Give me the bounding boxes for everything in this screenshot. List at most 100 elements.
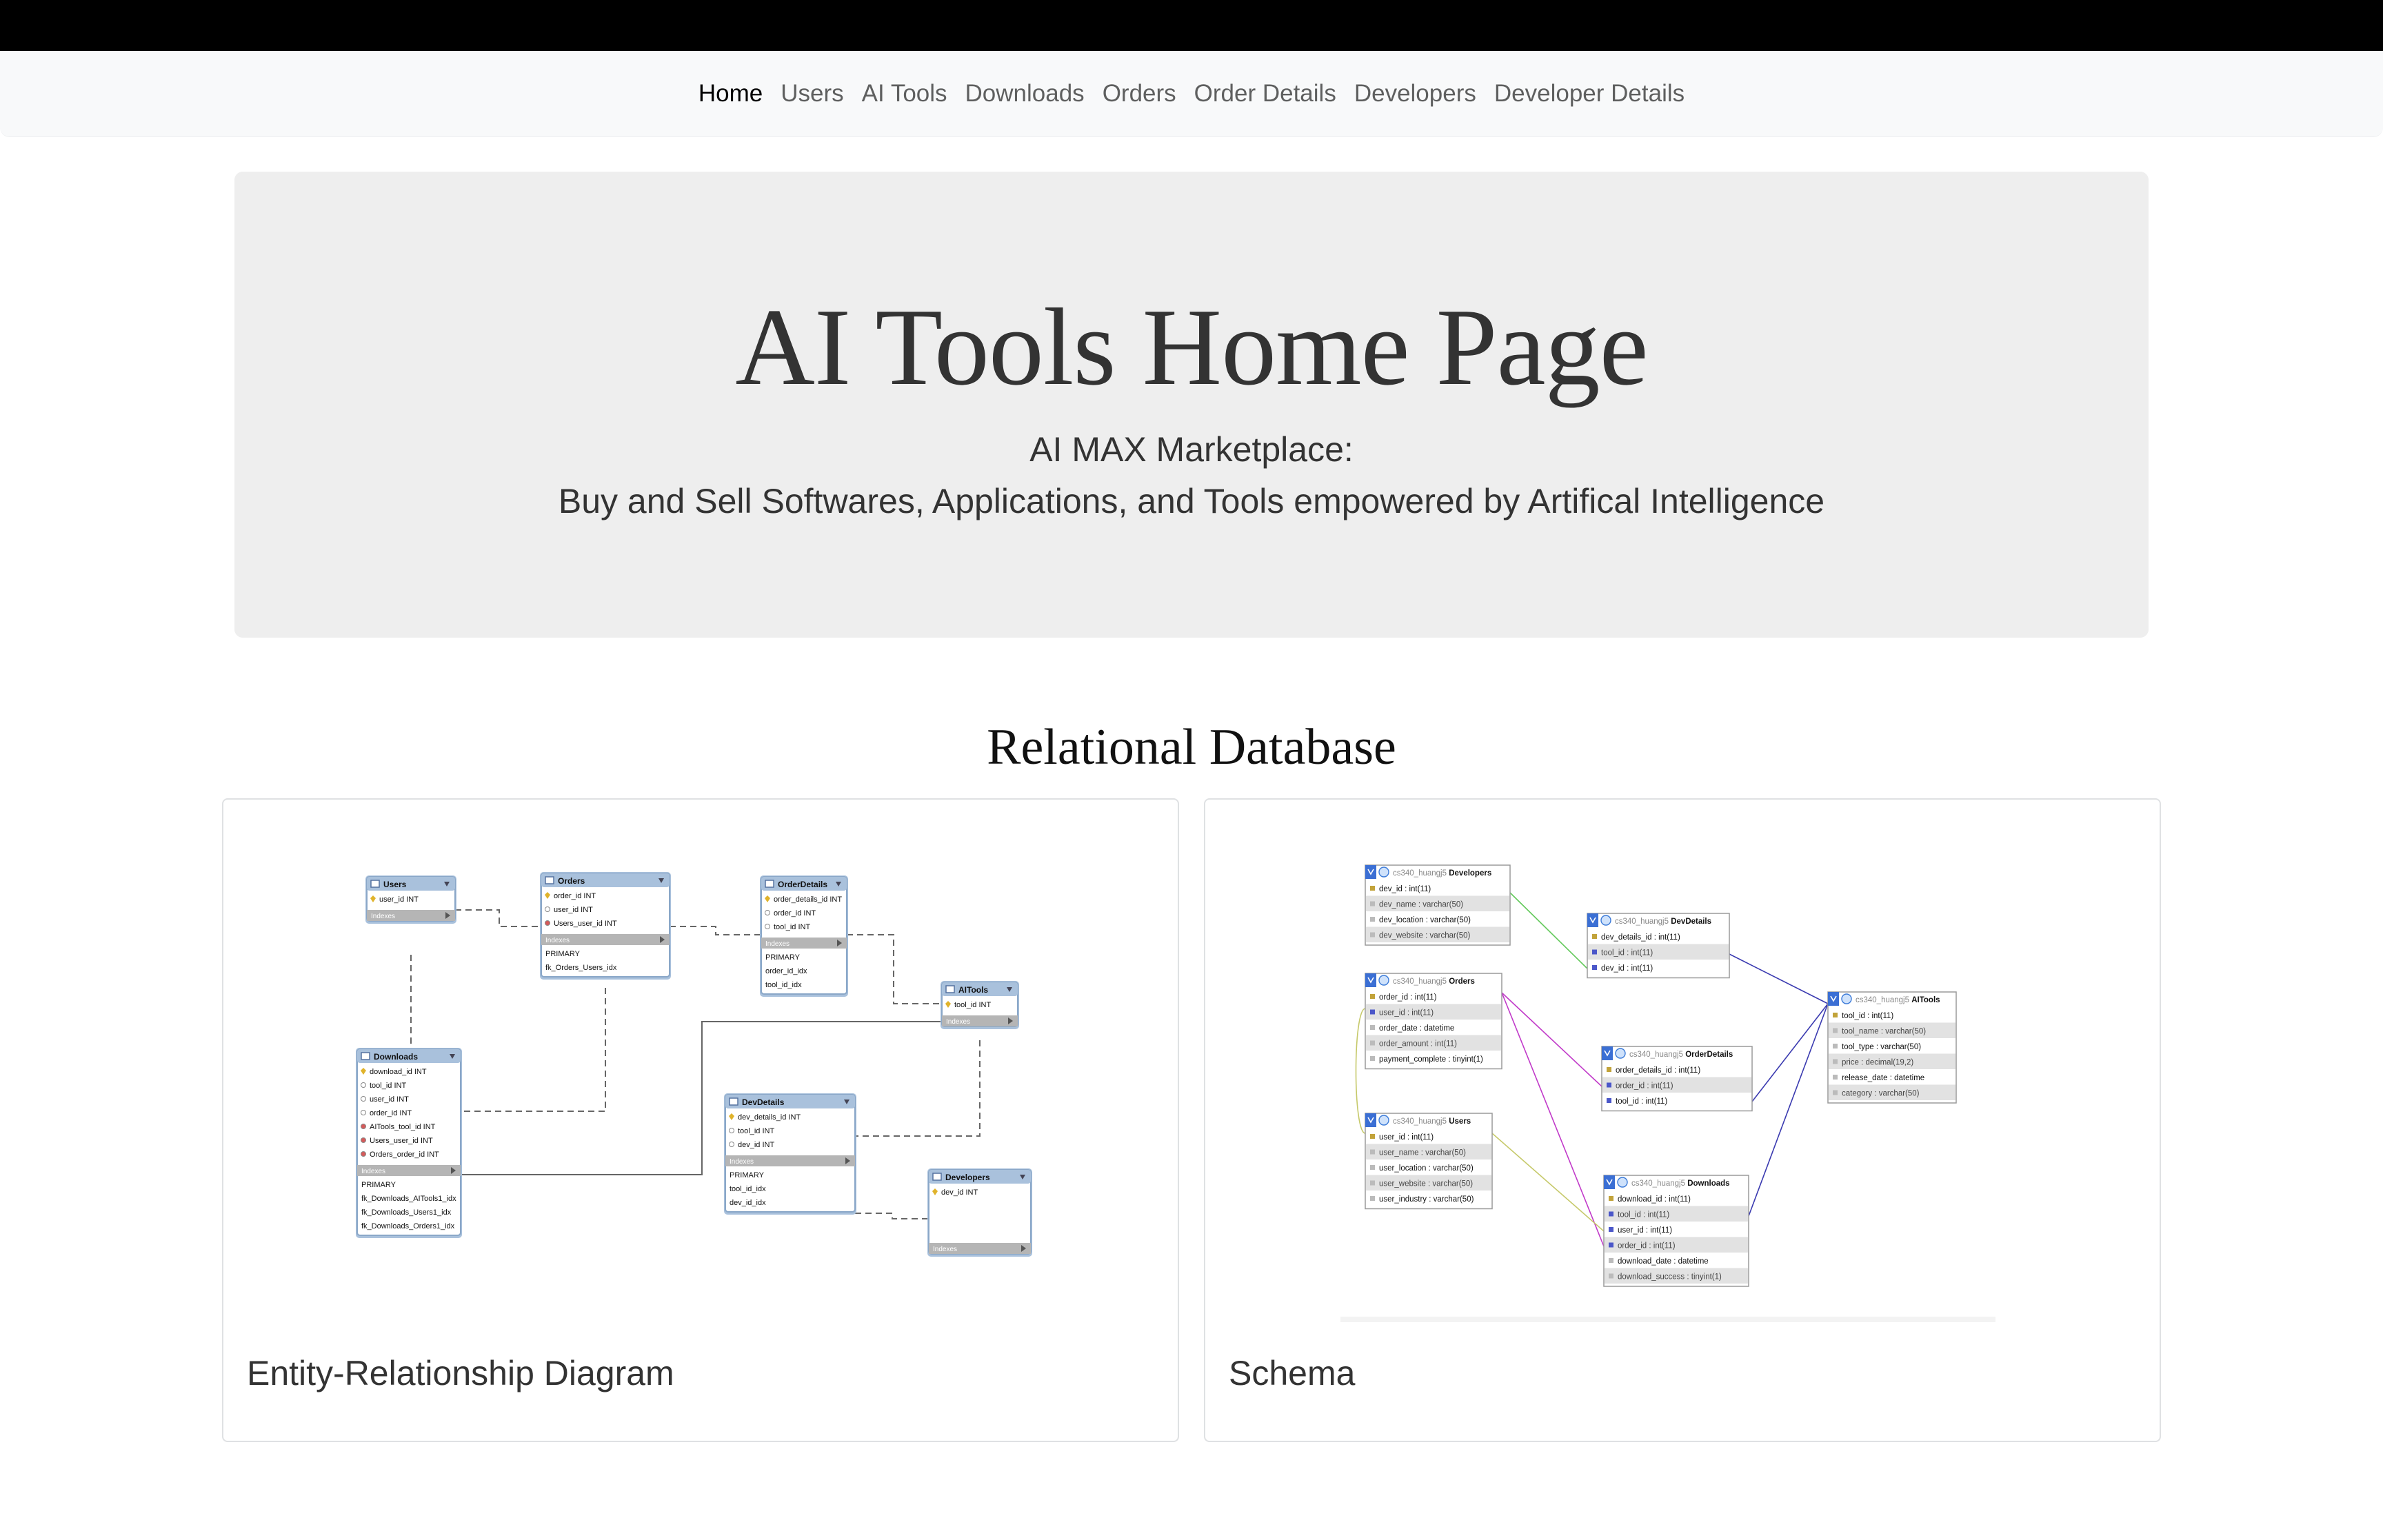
column-icon	[361, 1110, 366, 1115]
schema-column: order_details_id : int(11)	[1616, 1066, 1700, 1075]
schema-table-title: cs340_huangj5 DevDetails	[1615, 918, 1711, 926]
nav-link-developer-details[interactable]: Developer Details	[1485, 80, 1693, 108]
er-table-orderdetails: OrderDetails order_details_id INT order_id…	[760, 875, 848, 997]
er-indexes-label: Indexes	[765, 940, 790, 948]
schema-line-developers-devdetails	[1509, 892, 1588, 969]
schema-card[interactable]: cs340_huangj5 Developers dev_id : int(11)…	[1204, 798, 2161, 1442]
nav-link-downloads[interactable]: Downloads	[956, 80, 1094, 108]
schema-table-title: cs340_huangj5 Downloads	[1631, 1179, 1730, 1188]
er-line-aitools-devdetails	[855, 1040, 981, 1137]
er-indexes-label: Indexes	[933, 1246, 957, 1253]
er-column: Users_user_id INT	[370, 1137, 433, 1145]
schema-column: tool_id : int(11)	[1601, 949, 1653, 958]
column-icon	[765, 924, 770, 929]
card-caption-er: Entity-Relationship Diagram	[247, 1354, 674, 1392]
er-index-row: PRIMARY	[730, 1171, 765, 1179]
er-table-title: Downloads	[374, 1052, 418, 1062]
column-icon	[1607, 1098, 1611, 1103]
schema-collapse-icon	[1365, 973, 1376, 987]
er-index-row: PRIMARY	[545, 950, 581, 958]
schema-table-name: Downloads	[1687, 1179, 1729, 1188]
schema-column: dev_location : varchar(50)	[1379, 916, 1471, 924]
column-icon	[1370, 1134, 1375, 1139]
column-icon	[1370, 1056, 1375, 1061]
er-column: dev_details_id INT	[738, 1113, 801, 1122]
er-table-title: Users	[383, 880, 407, 889]
schema-table-name: DevDetails	[1671, 918, 1711, 926]
column-icon	[1370, 994, 1375, 999]
schema-table-title: cs340_huangj5 Users	[1393, 1117, 1471, 1126]
schema-column: tool_name : varchar(50)	[1842, 1028, 1926, 1036]
settings-icon	[1378, 1115, 1389, 1126]
er-column: tool_id INT	[774, 923, 810, 931]
nav-links: Home Users AI Tools Downloads Orders Ord…	[0, 51, 2383, 136]
nav-link-orders[interactable]: Orders	[1094, 80, 1185, 108]
column-icon	[1609, 1242, 1613, 1248]
er-line-orders-orderdetails	[670, 926, 761, 935]
column-icon	[729, 1128, 734, 1133]
schema-collapse-icon	[1365, 865, 1376, 879]
nav-link-home[interactable]: Home	[690, 80, 772, 108]
column-icon	[545, 920, 550, 926]
schema-column: dev_details_id : int(11)	[1601, 933, 1680, 942]
er-indexes-label: Indexes	[361, 1168, 385, 1175]
settings-icon	[1617, 1177, 1628, 1188]
settings-icon	[1378, 975, 1389, 986]
er-diagram-card[interactable]: Users user_id INT Indexes Orders order_id IN…	[222, 798, 1179, 1442]
column-icon	[1592, 949, 1597, 955]
er-table-title: AITools	[958, 985, 988, 995]
column-icon	[765, 910, 770, 915]
schema-table-orders: cs340_huangj5 Orders order_id : int(11) us…	[1365, 973, 1502, 1070]
er-column: AITools_tool_id INT	[370, 1123, 436, 1131]
nav-link-developers[interactable]: Developers	[1345, 80, 1485, 108]
er-index-row: PRIMARY	[361, 1181, 396, 1189]
er-table-aitools: AITools tool_id INT Indexes	[941, 981, 1019, 1029]
schema-column: user_id : int(11)	[1379, 1133, 1434, 1142]
column-icon	[1370, 1180, 1375, 1186]
er-table-users: Users user_id INT Indexes	[365, 875, 456, 924]
er-table-devdetails: DevDetails dev_details_id INT tool_id INT d…	[724, 1093, 856, 1215]
column-icon	[1833, 1075, 1838, 1080]
nav-link-order-details[interactable]: Order Details	[1185, 80, 1345, 108]
schema-line-downloads-aitools	[1748, 1003, 1829, 1217]
er-index-row: fk_Downloads_Users1_idx	[361, 1208, 452, 1217]
column-icon	[1609, 1196, 1613, 1201]
column-icon	[1607, 1082, 1611, 1088]
schema-column: user_industry : varchar(50)	[1379, 1195, 1474, 1204]
schema-image-bottom-edge	[1340, 1317, 1995, 1322]
schema-table-aitools: cs340_huangj5 AITools tool_id : int(11) to…	[1827, 991, 1957, 1104]
er-index-row: order_id_idx	[765, 967, 807, 975]
er-column: user_id INT	[379, 895, 419, 904]
er-index-row: tool_id_idx	[765, 981, 802, 989]
column-icon	[1833, 1044, 1838, 1048]
column-icon	[1370, 1009, 1375, 1015]
schema-line-devdetails-aitools	[1729, 953, 1829, 1004]
schema-table-title: cs340_huangj5 OrderDetails	[1629, 1051, 1733, 1059]
schema-column: user_location : varchar(50)	[1379, 1164, 1474, 1173]
schema-table-users: cs340_huangj5 Users user_id : int(11) user…	[1365, 1113, 1493, 1210]
er-index-row: dev_id_idx	[730, 1199, 766, 1207]
column-icon	[1609, 1258, 1613, 1263]
nav-link-users[interactable]: Users	[772, 80, 852, 108]
column-icon	[1370, 1040, 1375, 1046]
table-icon	[361, 1052, 370, 1060]
schema-column: payment_complete : tinyint(1)	[1379, 1055, 1483, 1064]
schema-column: order_amount : int(11)	[1379, 1040, 1457, 1048]
hero-subtitle-line-1: AI MAX Marketplace:	[1029, 430, 1354, 469]
schema-collapse-icon	[1365, 1113, 1376, 1127]
er-line-users-orders	[455, 909, 541, 927]
nav-link-ai-tools[interactable]: AI Tools	[853, 80, 956, 108]
schema-table-developers: cs340_huangj5 Developers dev_id : int(11)…	[1365, 864, 1511, 946]
er-column: order_details_id INT	[774, 895, 842, 904]
schema-table-devdetails: cs340_huangj5 DevDetails dev_details_id :…	[1587, 913, 1730, 979]
column-icon	[1833, 1028, 1838, 1033]
er-indexes-label: Indexes	[545, 937, 570, 944]
settings-icon	[1378, 867, 1389, 878]
schema-column: dev_website : varchar(50)	[1379, 932, 1470, 940]
schema-column: user_id : int(11)	[1618, 1226, 1672, 1235]
column-icon	[1609, 1211, 1613, 1217]
column-icon	[1592, 965, 1597, 970]
er-table-title: OrderDetails	[778, 880, 827, 889]
schema-table-title: cs340_huangj5 AITools	[1856, 996, 1940, 1004]
er-relationship-lines	[410, 909, 981, 1219]
